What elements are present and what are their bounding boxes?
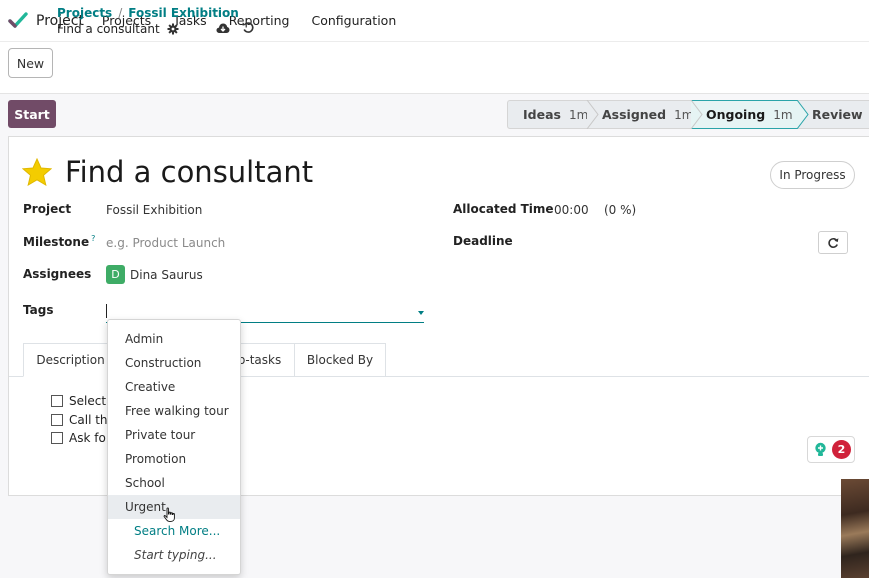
dropdown-item-private-tour[interactable]: Private tour bbox=[108, 423, 240, 447]
milestone-label: Milestone? bbox=[23, 234, 95, 249]
dropdown-item-creative[interactable]: Creative bbox=[108, 375, 240, 399]
list-item: Ask fo bbox=[51, 431, 106, 445]
assignees-label: Assignees bbox=[23, 267, 92, 281]
start-typing-hint: Start typing... bbox=[134, 548, 217, 562]
background-photo bbox=[841, 479, 869, 578]
list-item: Call th bbox=[51, 413, 108, 427]
text-cursor bbox=[106, 304, 107, 318]
avatar: D bbox=[106, 265, 125, 284]
dropdown-item-admin[interactable]: Admin bbox=[108, 327, 240, 351]
search-more-link[interactable]: Search More... bbox=[108, 519, 240, 543]
list-item-text: Ask fo bbox=[69, 431, 106, 445]
breadcrumb-current-label: Find a consultant bbox=[57, 22, 160, 36]
breadcrumb-fossil-exhibition[interactable]: Fossil Exhibition bbox=[128, 6, 239, 20]
list-item: Select bbox=[51, 394, 106, 408]
milestone-label-text: Milestone bbox=[23, 235, 90, 249]
start-button[interactable]: Start bbox=[8, 100, 56, 128]
checkmark-logo-icon[interactable] bbox=[8, 11, 28, 31]
dropdown-item-construction[interactable]: Construction bbox=[108, 351, 240, 375]
list-item-text: Select bbox=[69, 394, 107, 408]
help-icon[interactable]: ? bbox=[91, 234, 95, 243]
breadcrumb-current: Find a consultant bbox=[57, 22, 179, 36]
control-panel: New bbox=[0, 42, 869, 94]
gear-icon[interactable] bbox=[167, 23, 179, 35]
breadcrumb-projects[interactable]: Projects bbox=[57, 6, 112, 20]
checkbox[interactable] bbox=[51, 414, 63, 426]
chatter-button[interactable]: 2 bbox=[807, 436, 855, 463]
deadline-label: Deadline bbox=[453, 234, 513, 248]
breadcrumb: Projects / Fossil Exhibition bbox=[57, 6, 239, 20]
task-title[interactable]: Find a consultant bbox=[65, 155, 313, 189]
dropdown-item-free-walking-tour[interactable]: Free walking tour bbox=[108, 399, 240, 423]
notification-count: 2 bbox=[832, 440, 851, 459]
lightbulb-icon bbox=[815, 442, 826, 456]
assignee-name[interactable]: Dina Saurus bbox=[130, 268, 203, 282]
allocated-time-label: Allocated Time bbox=[453, 202, 554, 216]
stage-arrows bbox=[586, 100, 809, 129]
dropdown-item-promotion[interactable]: Promotion bbox=[108, 447, 240, 471]
tab-description[interactable]: Description bbox=[23, 343, 118, 377]
project-label: Project bbox=[23, 202, 72, 216]
status-badge[interactable]: In Progress bbox=[770, 161, 855, 189]
caret-down-icon[interactable] bbox=[418, 311, 424, 315]
allocated-time-field[interactable]: 00:00 bbox=[554, 203, 589, 217]
tags-dropdown: Admin Construction Creative Free walking… bbox=[107, 319, 241, 575]
allocated-percent: (0 %) bbox=[604, 203, 637, 217]
refresh-icon bbox=[828, 237, 839, 248]
menu-configuration[interactable]: Configuration bbox=[311, 13, 396, 28]
tab-blocked-by[interactable]: Blocked By bbox=[294, 343, 386, 377]
list-item-text: Call th bbox=[69, 413, 108, 427]
star-icon[interactable] bbox=[22, 158, 52, 186]
recurrence-button[interactable] bbox=[818, 231, 848, 254]
dropdown-item-school[interactable]: School bbox=[108, 471, 240, 495]
discard-icon[interactable] bbox=[242, 21, 255, 34]
checkbox[interactable] bbox=[51, 395, 63, 407]
hand-cursor-icon bbox=[163, 507, 175, 522]
new-button[interactable]: New bbox=[8, 48, 53, 78]
project-field[interactable]: Fossil Exhibition bbox=[106, 203, 202, 217]
breadcrumb-separator: / bbox=[118, 6, 123, 20]
milestone-field[interactable]: e.g. Product Launch bbox=[106, 236, 225, 250]
cloud-save-icon[interactable] bbox=[216, 22, 230, 34]
tags-label: Tags bbox=[23, 303, 54, 317]
checkbox[interactable] bbox=[51, 432, 63, 444]
